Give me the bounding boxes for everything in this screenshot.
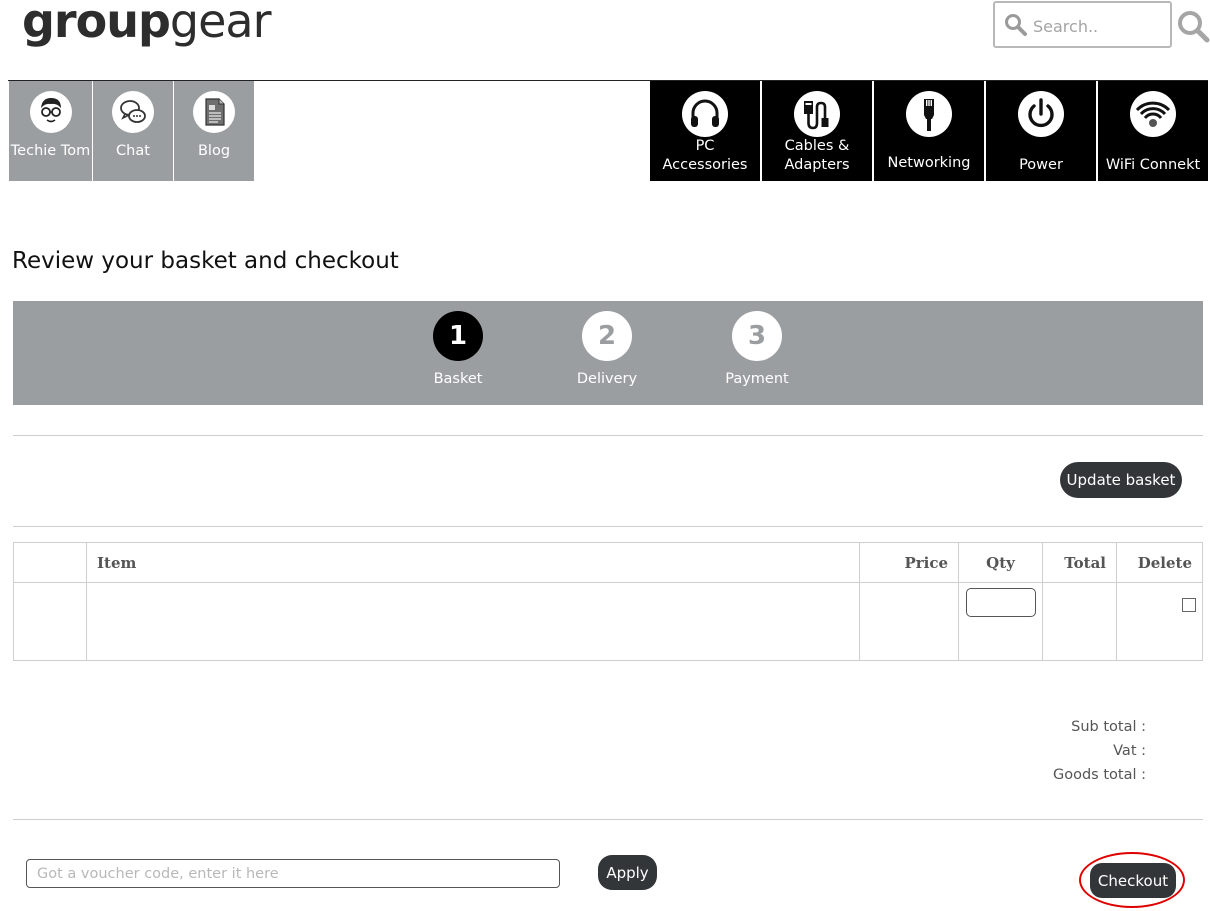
- nav-item-pc-accessories[interactable]: PC Accessories: [650, 81, 760, 181]
- nav-label: Power: [1019, 157, 1063, 173]
- product-image: [13, 582, 87, 661]
- item-price: [859, 582, 959, 661]
- column-header-delete: Delete: [1116, 542, 1203, 583]
- power-icon: [1018, 91, 1064, 137]
- ethernet-plug-icon: [906, 91, 952, 137]
- delete-checkbox[interactable]: [1182, 598, 1196, 612]
- delete-cell: [1116, 582, 1203, 661]
- nav-label: Networking: [887, 155, 971, 171]
- step-number: 1: [433, 311, 483, 361]
- nav-item-cables-adapters[interactable]: Cables & Adapters: [762, 81, 872, 181]
- basket-table: Item Price Qty Total Delete: [13, 542, 1203, 661]
- subtotal-label: Sub total :: [1071, 719, 1146, 735]
- nav-item-power[interactable]: Power: [986, 81, 1096, 181]
- step-label: Payment: [725, 371, 789, 387]
- nav-item-chat[interactable]: Chat: [93, 81, 173, 181]
- column-header-qty: Qty: [958, 542, 1043, 583]
- checkout-button[interactable]: Checkout: [1090, 863, 1176, 898]
- nav-label: Blog: [197, 143, 231, 159]
- nav-label: WiFi Connekt: [1105, 157, 1201, 173]
- order-totals: Sub total : Vat : Goods total :: [900, 715, 1146, 787]
- document-icon: [193, 91, 235, 133]
- table-header-row: Item Price Qty Total Delete: [13, 542, 1203, 583]
- apply-voucher-button[interactable]: Apply: [598, 855, 657, 890]
- search-button-icon[interactable]: [1176, 9, 1210, 43]
- step-number: 3: [732, 311, 782, 361]
- qty-cell: [958, 582, 1043, 661]
- search-icon: [1004, 13, 1028, 41]
- item-total: [1042, 582, 1117, 661]
- quantity-input[interactable]: [965, 588, 1036, 617]
- voucher-code-input[interactable]: [26, 859, 560, 888]
- nav-item-networking[interactable]: Networking: [874, 81, 984, 181]
- divider: [13, 435, 1203, 436]
- step-label: Delivery: [576, 371, 638, 387]
- nav-item-wifi-connekt[interactable]: WiFi Connekt: [1098, 81, 1208, 181]
- nav-label: Techie Tom: [10, 143, 91, 159]
- techie-tom-avatar-icon: [29, 91, 72, 133]
- search-input[interactable]: [1033, 14, 1163, 38]
- cable-icon: [794, 91, 840, 137]
- vat-label: Vat :: [1113, 743, 1146, 759]
- step-label: Basket: [433, 371, 483, 387]
- headphones-icon: [682, 91, 728, 137]
- column-header-item: Item: [86, 542, 860, 583]
- nav-item-techie-tom[interactable]: Techie Tom: [9, 81, 92, 181]
- divider: [13, 819, 1203, 820]
- nav-label: Cables & Adapters: [784, 138, 850, 173]
- checkout-steps: 1 Basket 2 Delivery 3 Payment: [13, 301, 1203, 405]
- search-box[interactable]: [993, 1, 1172, 48]
- update-basket-button[interactable]: Update basket: [1060, 462, 1182, 498]
- divider: [13, 526, 1203, 527]
- column-header-price: Price: [859, 542, 959, 583]
- step-basket[interactable]: 1 Basket: [408, 311, 508, 387]
- logo-text-light: gear: [169, 0, 272, 48]
- nav-item-blog[interactable]: Blog: [174, 81, 254, 181]
- step-delivery[interactable]: 2 Delivery: [557, 311, 657, 387]
- nav-label: PC Accessories: [662, 138, 748, 173]
- goods-total-label: Goods total :: [1053, 767, 1146, 783]
- site-logo[interactable]: groupgear: [22, 0, 272, 48]
- column-header-total: Total: [1042, 542, 1117, 583]
- page-title: Review your basket and checkout: [12, 248, 399, 274]
- nav-label: Chat: [116, 143, 150, 159]
- step-number: 2: [582, 311, 632, 361]
- table-row: [13, 582, 1203, 661]
- chat-bubbles-icon: [112, 91, 154, 133]
- step-payment[interactable]: 3 Payment: [707, 311, 807, 387]
- item-name: [86, 582, 860, 661]
- wifi-icon: [1130, 91, 1176, 137]
- column-header-image: [13, 542, 87, 583]
- logo-text-bold: group: [22, 0, 171, 48]
